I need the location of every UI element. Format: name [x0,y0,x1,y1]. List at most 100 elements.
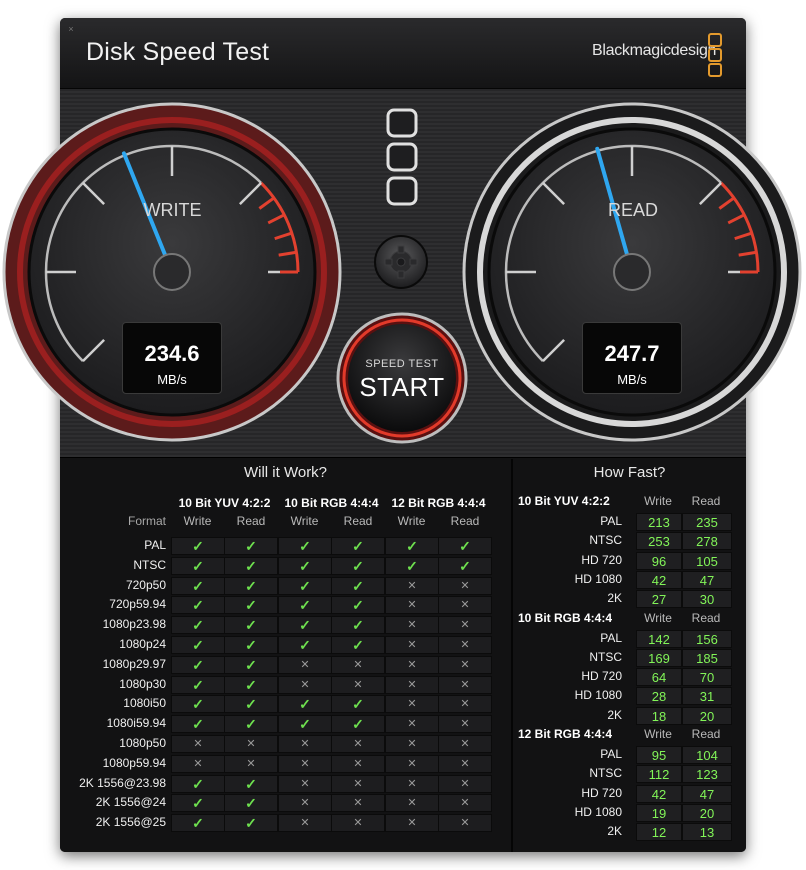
brand-name: Blackmagicdesign [592,42,717,59]
check-icon: ✓ [224,576,278,595]
write-speed-cell: 213 [636,513,682,531]
cross-icon: ✕ [438,754,492,773]
cross-icon: ✕ [438,695,492,714]
cross-icon: ✕ [278,814,332,833]
check-icon: ✓ [278,695,332,714]
cross-icon: ✕ [438,814,492,833]
close-button[interactable]: × [67,25,75,34]
cross-icon: ✕ [438,675,492,694]
cross-icon: ✕ [278,754,332,773]
format-row-label: 2K 1556@24 [95,795,166,810]
cross-icon: ✕ [438,794,492,813]
group-header: 10 Bit YUV 4:2:2 [178,496,271,510]
read-speed-cell: 13 [682,823,732,842]
check-icon: ✓ [171,715,225,734]
write-speed-cell: 42 [636,570,682,589]
write-speed-cell: 42 [636,784,682,803]
check-icon: ✓ [331,537,385,555]
cross-icon: ✕ [385,814,439,833]
format-row-label: PAL [144,538,166,552]
write-speed-cell: 142 [636,629,682,648]
start-button[interactable]: SPEED TEST START [334,310,470,446]
cross-icon: ✕ [224,735,278,753]
format-row-label: 1080p30 [119,676,166,691]
check-icon: ✓ [331,636,385,654]
cross-icon: ✕ [224,754,278,773]
format-row-label: 2K 1556@25 [95,815,166,830]
write-speed-cell: 12 [636,823,682,842]
read-readout: 247.7 MB/s [582,322,682,394]
three-squares-icon [386,108,418,206]
format-row-label: 1080p59.94 [102,755,166,770]
check-icon: ✓ [171,596,225,615]
write-speed-cell: 19 [636,803,682,822]
read-column-header: Read [450,514,480,528]
how-fast-row-label: HD 720 [581,785,622,800]
format-row-label: 1080p29.97 [102,656,166,671]
check-icon: ✓ [224,537,278,555]
write-column-header: Write [644,494,672,508]
cross-icon: ✕ [438,735,492,753]
read-speed-cell: 47 [682,570,732,589]
settings-button[interactable] [373,234,429,290]
how-fast-row-label: PAL [600,514,622,528]
cross-icon: ✕ [438,774,492,793]
write-speed-unit: MB/s [157,372,187,387]
cross-icon: ✕ [385,576,439,595]
write-column-header: Write [397,514,426,528]
how-fast-row-label: 2K [607,824,622,839]
check-icon: ✓ [224,636,278,654]
read-speed-unit: MB/s [617,372,647,387]
how-fast-row-label: 2K [607,707,622,722]
cross-icon: ✕ [385,695,439,714]
write-speed-cell: 112 [636,765,682,784]
cross-icon: ✕ [438,655,492,674]
cross-icon: ✕ [278,735,332,753]
write-speed-cell: 253 [636,532,682,551]
how-fast-row-label: NTSC [589,649,622,664]
format-row-label: 2K 1556@23.98 [79,775,166,790]
cross-icon: ✕ [331,794,385,813]
read-column-header: Read [343,514,373,528]
check-icon: ✓ [171,794,225,813]
cross-icon: ✕ [278,774,332,793]
check-icon: ✓ [224,695,278,714]
write-column-header: Write [644,727,672,741]
write-speed-cell: 96 [636,551,682,570]
start-button-caption: SPEED TEST [365,358,439,370]
read-column-header: Read [691,727,721,741]
write-speed-cell: 27 [636,590,682,609]
cross-icon: ✕ [385,675,439,694]
read-speed-cell: 123 [682,765,732,784]
read-column-header: Read [691,494,721,508]
check-icon: ✓ [171,814,225,833]
check-icon: ✓ [224,655,278,674]
check-icon: ✓ [278,596,332,615]
check-icon: ✓ [438,537,492,555]
cross-icon: ✕ [438,715,492,734]
check-icon: ✓ [331,576,385,595]
cross-icon: ✕ [385,655,439,674]
how-fast-group-header: 10 Bit RGB 4:4:4 [518,610,613,625]
write-speed-cell: 18 [636,706,682,725]
write-gauge-hub [153,253,191,291]
read-speed-cell: 104 [682,746,732,764]
how-fast-row-label: HD 1080 [574,571,622,586]
write-speed-cell: 169 [636,648,682,667]
read-column-header: Read [691,610,721,625]
cross-icon: ✕ [331,754,385,773]
format-column-header: Format [127,514,166,528]
check-icon: ✓ [224,774,278,793]
cross-icon: ✕ [331,814,385,833]
check-icon: ✓ [224,675,278,694]
check-icon: ✓ [224,556,278,575]
check-icon: ✓ [224,715,278,734]
check-icon: ✓ [278,576,332,595]
how-fast-row-label: NTSC [589,533,622,548]
read-gauge-label: READ [607,200,658,220]
check-icon: ✓ [278,556,332,575]
read-gauge-hub [613,253,651,291]
how-fast-row-label: NTSC [589,766,622,781]
check-icon: ✓ [224,596,278,615]
section-divider [511,459,513,852]
